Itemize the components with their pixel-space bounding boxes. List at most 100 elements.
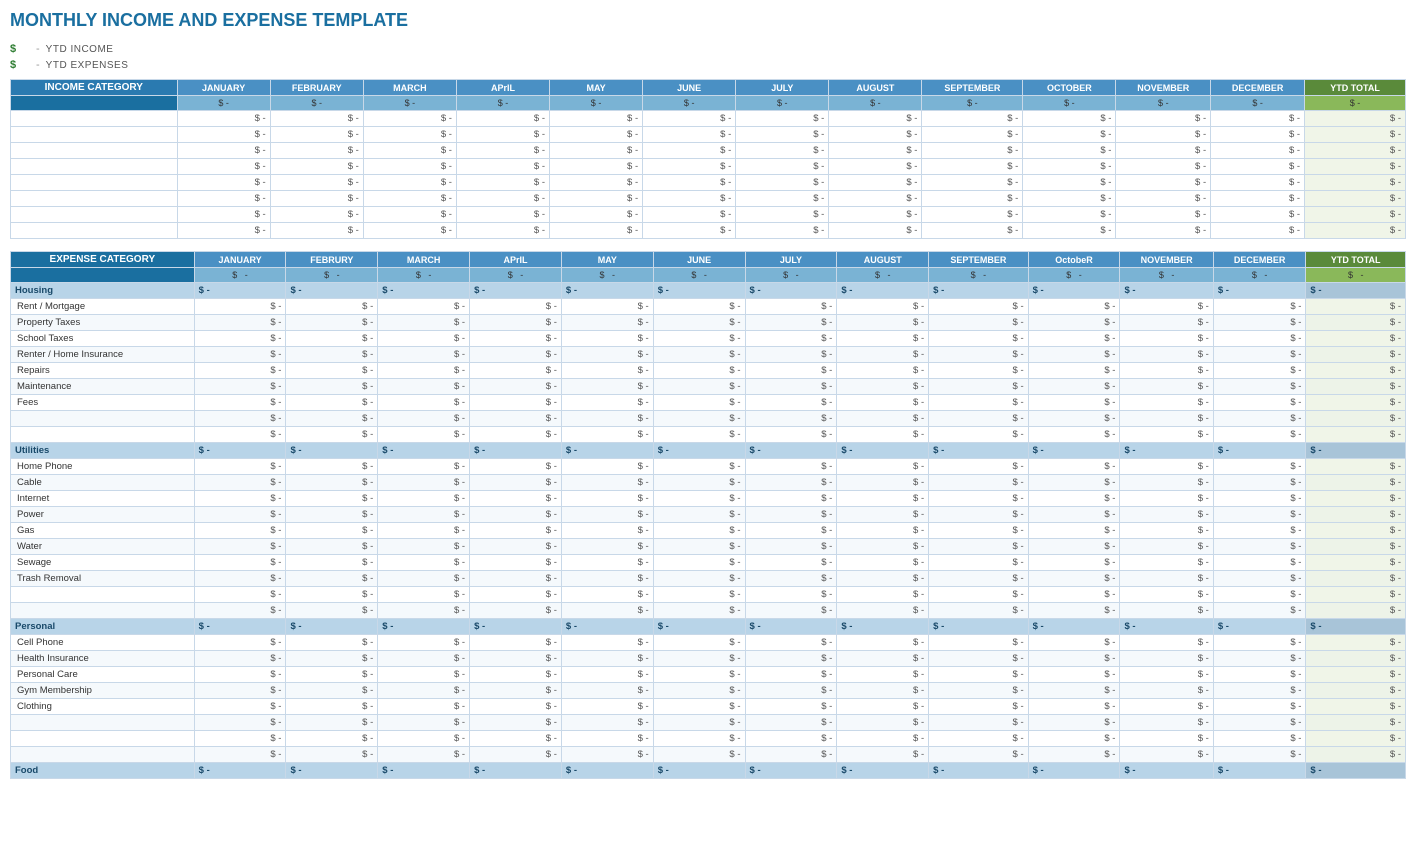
expense-cell[interactable]: $ -	[378, 747, 470, 763]
expense-cell[interactable]: $ -	[653, 523, 745, 539]
expense-cell[interactable]: $ -	[745, 731, 837, 747]
income-cell[interactable]: $ -	[456, 111, 549, 127]
expense-cell[interactable]: $ -	[1028, 331, 1120, 347]
expense-cell[interactable]: $ -	[1213, 395, 1306, 411]
expense-cell[interactable]: $ -	[653, 299, 745, 315]
expense-cell[interactable]: $ -	[837, 459, 929, 475]
expense-row-label[interactable]	[11, 715, 195, 731]
income-cell[interactable]: $ -	[1023, 175, 1116, 191]
expense-cell[interactable]: $ -	[653, 491, 745, 507]
income-cell[interactable]: $ -	[829, 207, 922, 223]
expense-cell[interactable]: $ -	[1213, 571, 1306, 587]
expense-row-label[interactable]: Water	[11, 539, 195, 555]
expense-cell[interactable]: $ -	[929, 555, 1028, 571]
income-cell[interactable]: $ -	[550, 127, 643, 143]
expense-cell[interactable]: $ -	[378, 379, 470, 395]
expense-ytd-cell[interactable]: $ -	[1306, 459, 1406, 475]
expense-cell[interactable]: $ -	[194, 571, 286, 587]
expense-cell[interactable]: $ -	[194, 555, 286, 571]
expense-cell[interactable]: $ -	[837, 683, 929, 699]
expense-cell[interactable]: $ -	[929, 315, 1028, 331]
expense-ytd-cell[interactable]: $ -	[1306, 571, 1406, 587]
income-cell[interactable]: $ -	[177, 191, 270, 207]
income-cell[interactable]: $ -	[1211, 175, 1305, 191]
expense-cell[interactable]: $ -	[378, 731, 470, 747]
expense-ytd-cell[interactable]: $ -	[1306, 315, 1406, 331]
expense-cell[interactable]: $ -	[1028, 651, 1120, 667]
income-cell[interactable]: $ -	[922, 207, 1023, 223]
expense-cell[interactable]: $ -	[378, 683, 470, 699]
expense-cell[interactable]: $ -	[1120, 683, 1213, 699]
expense-cell[interactable]: $ -	[1120, 667, 1213, 683]
expense-cell[interactable]: $ -	[561, 363, 653, 379]
income-cell[interactable]: $ -	[1211, 223, 1305, 239]
expense-cell[interactable]: $ -	[1120, 699, 1213, 715]
expense-cell[interactable]: $ -	[653, 539, 745, 555]
expense-cell[interactable]: $ -	[745, 363, 837, 379]
expense-cell[interactable]: $ -	[653, 715, 745, 731]
expense-ytd-cell[interactable]: $ -	[1306, 299, 1406, 315]
expense-cell[interactable]: $ -	[1028, 491, 1120, 507]
expense-cell[interactable]: $ -	[1120, 555, 1213, 571]
expense-ytd-cell[interactable]: $ -	[1306, 731, 1406, 747]
expense-cell[interactable]: $ -	[470, 507, 562, 523]
expense-cell[interactable]: $ -	[745, 571, 837, 587]
expense-cell[interactable]: $ -	[378, 459, 470, 475]
expense-cell[interactable]: $ -	[929, 459, 1028, 475]
income-cell[interactable]: $ -	[643, 159, 736, 175]
expense-cell[interactable]: $ -	[378, 331, 470, 347]
expense-cell[interactable]: $ -	[745, 651, 837, 667]
expense-cell[interactable]: $ -	[837, 699, 929, 715]
expense-cell[interactable]: $ -	[1120, 315, 1213, 331]
expense-cell[interactable]: $ -	[1120, 507, 1213, 523]
income-cell[interactable]: $ -	[922, 159, 1023, 175]
income-cell[interactable]: $ -	[1211, 143, 1305, 159]
income-cell[interactable]: $ -	[1116, 111, 1211, 127]
expense-cell[interactable]: $ -	[194, 731, 286, 747]
income-cell[interactable]: $ -	[363, 159, 456, 175]
expense-cell[interactable]: $ -	[286, 475, 378, 491]
expense-cell[interactable]: $ -	[194, 715, 286, 731]
expense-cell[interactable]: $ -	[929, 747, 1028, 763]
income-cell[interactable]: $ -	[922, 127, 1023, 143]
expense-cell[interactable]: $ -	[837, 747, 929, 763]
expense-ytd-cell[interactable]: $ -	[1306, 635, 1406, 651]
expense-cell[interactable]: $ -	[561, 571, 653, 587]
expense-cell[interactable]: $ -	[1213, 667, 1306, 683]
expense-cell[interactable]: $ -	[745, 395, 837, 411]
income-cell[interactable]: $ -	[363, 175, 456, 191]
expense-cell[interactable]: $ -	[1213, 427, 1306, 443]
expense-cell[interactable]: $ -	[561, 299, 653, 315]
expense-cell[interactable]: $ -	[1120, 715, 1213, 731]
expense-cell[interactable]: $ -	[470, 747, 562, 763]
expense-ytd-cell[interactable]: $ -	[1306, 587, 1406, 603]
expense-cell[interactable]: $ -	[837, 715, 929, 731]
expense-cell[interactable]: $ -	[378, 491, 470, 507]
expense-cell[interactable]: $ -	[1120, 747, 1213, 763]
expense-cell[interactable]: $ -	[470, 683, 562, 699]
income-row-label[interactable]	[11, 111, 178, 127]
income-cell[interactable]: $ -	[643, 191, 736, 207]
income-cell[interactable]: $ -	[177, 111, 270, 127]
expense-cell[interactable]: $ -	[561, 539, 653, 555]
income-row-label[interactable]	[11, 191, 178, 207]
expense-cell[interactable]: $ -	[745, 715, 837, 731]
expense-cell[interactable]: $ -	[745, 587, 837, 603]
income-cell[interactable]: $ -	[736, 223, 829, 239]
expense-cell[interactable]: $ -	[286, 363, 378, 379]
expense-cell[interactable]: $ -	[1120, 571, 1213, 587]
expense-cell[interactable]: $ -	[745, 699, 837, 715]
income-cell[interactable]: $ -	[550, 175, 643, 191]
expense-cell[interactable]: $ -	[561, 411, 653, 427]
expense-cell[interactable]: $ -	[745, 491, 837, 507]
expense-cell[interactable]: $ -	[561, 667, 653, 683]
expense-cell[interactable]: $ -	[1028, 395, 1120, 411]
expense-cell[interactable]: $ -	[470, 475, 562, 491]
expense-cell[interactable]: $ -	[286, 571, 378, 587]
expense-cell[interactable]: $ -	[837, 347, 929, 363]
income-cell[interactable]: $ -	[177, 207, 270, 223]
expense-cell[interactable]: $ -	[286, 379, 378, 395]
expense-cell[interactable]: $ -	[378, 523, 470, 539]
expense-cell[interactable]: $ -	[286, 667, 378, 683]
income-ytd-cell[interactable]: $ -	[1305, 143, 1406, 159]
